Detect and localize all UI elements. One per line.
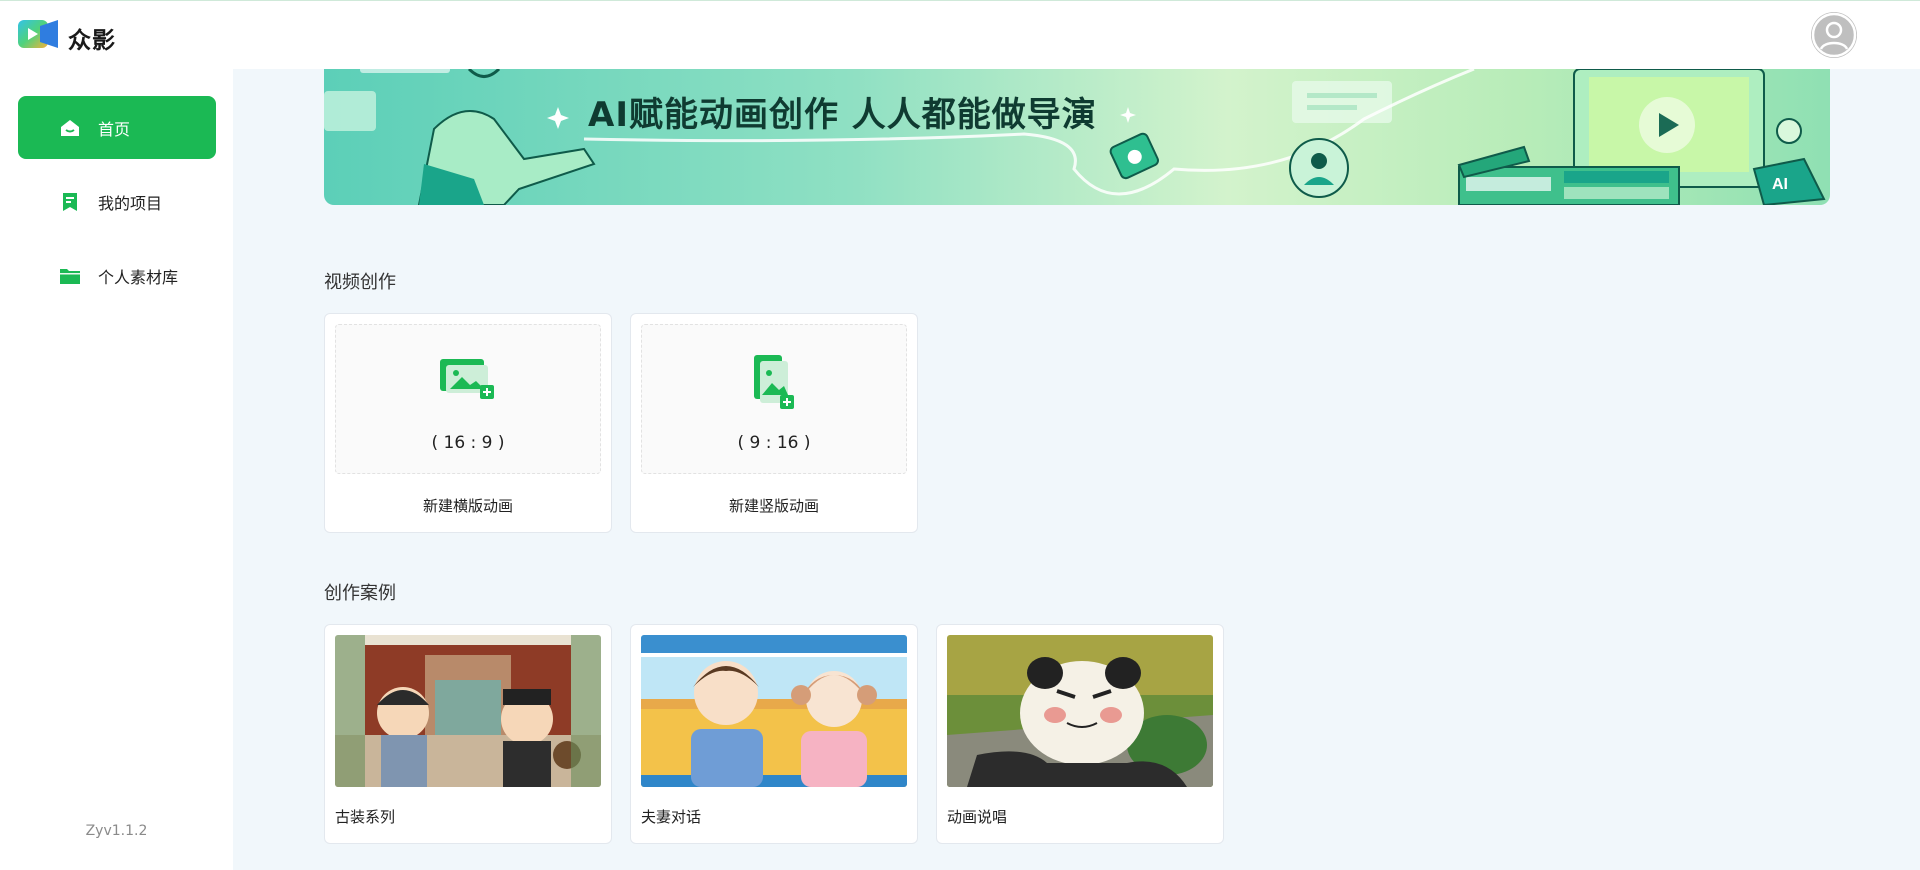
- sidebar-item-asset-library[interactable]: 个人素材库: [18, 244, 216, 307]
- app-version: Zyv1.1.2: [85, 823, 148, 839]
- case-card-rap[interactable]: 动画说唱: [936, 624, 1224, 844]
- folder-icon: [58, 264, 82, 288]
- case-thumbnail[interactable]: [335, 635, 601, 787]
- svg-text:AI: AI: [1772, 176, 1788, 193]
- creation-cases-title: 创作案例: [324, 583, 396, 604]
- case-label: 古装系列: [335, 808, 396, 826]
- aspect-ratio-text: ( 9 : 16 ): [737, 433, 811, 453]
- new-landscape-animation-card[interactable]: ( 16 : 9 ) 新建横版动画: [324, 313, 612, 533]
- aspect-ratio-text: ( 16 : 9 ): [431, 433, 505, 453]
- bookmark-icon: [58, 190, 82, 214]
- create-drop-area[interactable]: ( 16 : 9 ): [335, 324, 601, 474]
- card-label: 新建竖版动画: [728, 497, 819, 515]
- app-brand-name: 众影: [68, 28, 116, 54]
- top-header: 众影: [0, 0, 1920, 69]
- sidebar-item-label: 首页: [98, 119, 131, 139]
- home-icon: [58, 116, 82, 140]
- user-avatar[interactable]: [1811, 12, 1857, 58]
- user-icon: [1811, 12, 1857, 58]
- new-portrait-animation-card[interactable]: ( 9 : 16 ) 新建竖版动画: [630, 313, 918, 533]
- case-thumbnail[interactable]: [641, 635, 907, 787]
- sidebar-item-home[interactable]: 首页: [18, 96, 216, 159]
- create-drop-area[interactable]: ( 9 : 16 ): [641, 324, 907, 474]
- promo-banner[interactable]: AI AI赋能动画创作 人人都能做导演: [324, 69, 1830, 205]
- case-thumbnail[interactable]: [947, 635, 1213, 787]
- app-logo-icon: [18, 20, 58, 48]
- banner-title: AI赋能动画创作 人人都能做导演: [588, 95, 1097, 135]
- landscape-image-add-icon: [440, 359, 494, 399]
- case-label: 动画说唱: [947, 808, 1008, 826]
- sidebar-item-my-projects[interactable]: 我的项目: [18, 170, 216, 233]
- sidebar: 首页 我的项目 个人素材库 Zyv1.1.2: [0, 69, 233, 870]
- sidebar-item-label: 我的项目: [98, 193, 163, 213]
- sidebar-item-label: 个人素材库: [98, 267, 179, 287]
- video-creation-title: 视频创作: [324, 272, 396, 293]
- case-label: 夫妻对话: [641, 808, 702, 826]
- portrait-image-add-icon: [754, 355, 794, 409]
- card-label: 新建横版动画: [422, 497, 513, 515]
- case-card-costume[interactable]: 古装系列: [324, 624, 612, 844]
- case-card-couple[interactable]: 夫妻对话: [630, 624, 918, 844]
